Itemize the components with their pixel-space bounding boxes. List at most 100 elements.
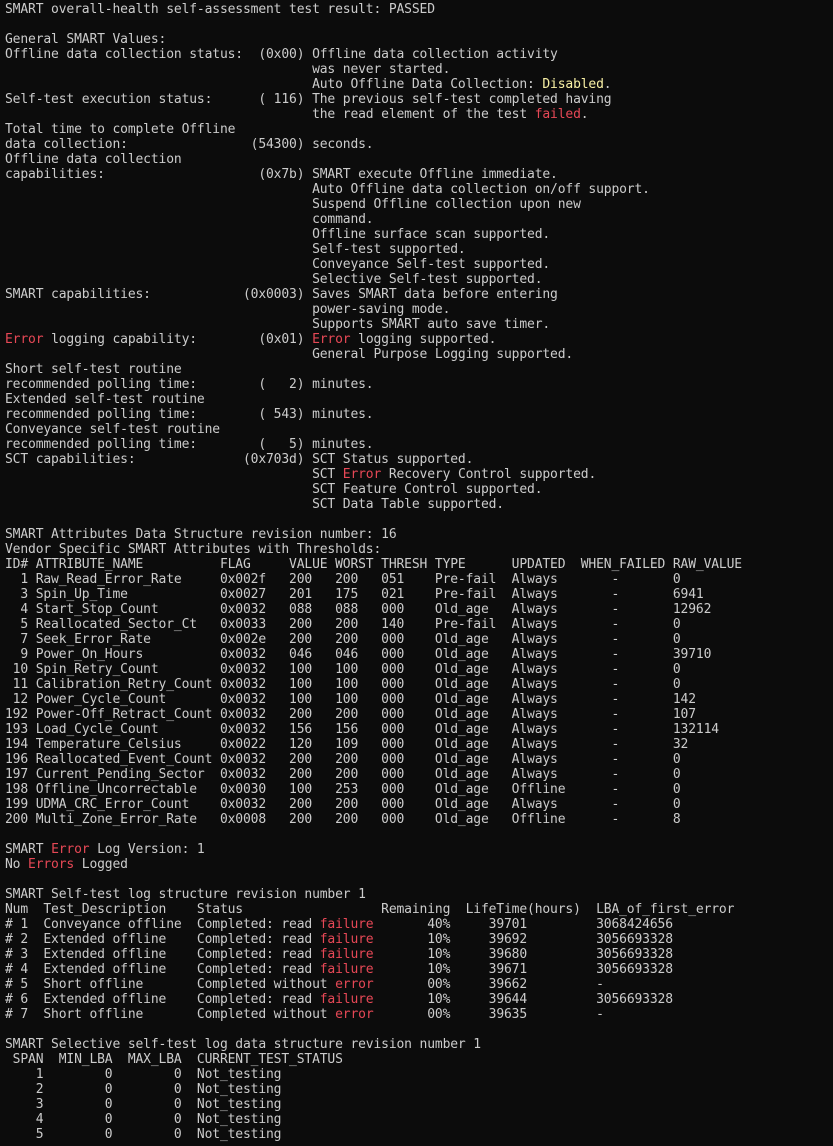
terminal-text: 9 Power_On_Hours 0x0032 046 046 000 Old_…	[5, 647, 712, 662]
terminal-text: SMART	[5, 842, 52, 857]
terminal-line: Selective Self-test supported.	[5, 272, 742, 287]
terminal-text: SCT capabilities: (0x703d) SCT Status su…	[5, 452, 474, 467]
terminal-line: SMART Attributes Data Structure revision…	[5, 527, 742, 542]
highlighted-red-text: Error	[342, 467, 382, 482]
highlighted-red-text: failed	[534, 107, 581, 122]
terminal-text: 200 Multi_Zone_Error_Rate 0x0008 200 200…	[5, 812, 681, 827]
terminal-line: SCT Error Recovery Control supported.	[5, 467, 742, 482]
highlighted-red-text: failure	[319, 962, 374, 977]
terminal-text: .	[580, 107, 589, 122]
highlighted-red-text: Error	[51, 842, 90, 857]
terminal-line: Extended self-test routine	[5, 392, 742, 407]
terminal-text: 00% 39635 -	[373, 1007, 604, 1022]
terminal-text: Offline data collection	[5, 152, 182, 167]
terminal-text: SMART Attributes Data Structure revision…	[5, 527, 397, 542]
terminal-text: 198 Offline_Uncorrectable 0x0030 100 253…	[5, 782, 681, 797]
terminal-text: 196 Reallocated_Event_Count 0x0032 200 2…	[5, 752, 681, 767]
terminal-line: Vendor Specific SMART Attributes with Th…	[5, 542, 742, 557]
terminal-line: Offline data collection status: (0x00) O…	[5, 47, 742, 62]
terminal-output[interactable]: SMART overall-health self-assessment tes…	[5, 2, 742, 1142]
terminal-text: Vendor Specific SMART Attributes with Th…	[5, 542, 382, 557]
terminal-text: Supports SMART auto save timer.	[5, 317, 551, 332]
terminal-text: 10% 39692 3056693328	[373, 932, 673, 947]
terminal-line: was never started.	[5, 62, 742, 77]
terminal-text: recommended polling time: ( 2) minutes.	[5, 377, 374, 392]
terminal-text: # 1 Conveyance offline Completed: read	[5, 917, 320, 932]
terminal-text: 1 Raw_Read_Error_Rate 0x002f 200 200 051…	[5, 572, 681, 587]
highlighted-red-text: Error	[5, 332, 44, 347]
terminal-text: SPAN MIN_LBA MAX_LBA CURRENT_TEST_STATUS	[5, 1052, 343, 1067]
terminal-text: Num Test_Description Status Remaining Li…	[5, 902, 735, 917]
highlighted-red-text: failure	[319, 932, 374, 947]
terminal-text: 199 UDMA_CRC_Error_Count 0x0032 200 200 …	[5, 797, 681, 812]
terminal-text: Self-test execution status: ( 116) The p…	[5, 92, 612, 107]
terminal-text: logging capability: (0x01)	[43, 332, 313, 347]
terminal-line: 3 0 0 Not_testing	[5, 1097, 742, 1112]
terminal-line: Supports SMART auto save timer.	[5, 317, 742, 332]
terminal-text: Auto Offline Data Collection:	[5, 77, 543, 92]
terminal-line: 2 0 0 Not_testing	[5, 1082, 742, 1097]
terminal-text: 10 Spin_Retry_Count 0x0032 100 100 000 O…	[5, 662, 681, 677]
terminal-text: Total time to complete Offline	[5, 122, 236, 137]
terminal-line: 11 Calibration_Retry_Count 0x0032 100 10…	[5, 677, 742, 692]
terminal-line: # 3 Extended offline Completed: read fai…	[5, 947, 742, 962]
terminal-line: Self-test execution status: ( 116) The p…	[5, 92, 742, 107]
terminal-line: No Errors Logged	[5, 857, 742, 872]
terminal-text: 5 0 0 Not_testing	[5, 1127, 282, 1142]
terminal-line: Conveyance Self-test supported.	[5, 257, 742, 272]
terminal-text: .	[603, 77, 612, 92]
terminal-text: SMART capabilities: (0x0003) Saves SMART…	[5, 287, 558, 302]
terminal-text: 7 Seek_Error_Rate 0x002e 200 200 000 Old…	[5, 632, 681, 647]
terminal-line: 197 Current_Pending_Sector 0x0032 200 20…	[5, 767, 742, 782]
terminal-line: recommended polling time: ( 543) minutes…	[5, 407, 742, 422]
terminal-line: Error logging capability: (0x01) Error l…	[5, 332, 742, 347]
terminal-line: 198 Offline_Uncorrectable 0x0030 100 253…	[5, 782, 742, 797]
terminal-line: 9 Power_On_Hours 0x0032 046 046 000 Old_…	[5, 647, 742, 662]
terminal-line: 4 Start_Stop_Count 0x0032 088 088 000 Ol…	[5, 602, 742, 617]
terminal-line: SMART overall-health self-assessment tes…	[5, 2, 742, 17]
terminal-line: Num Test_Description Status Remaining Li…	[5, 902, 742, 917]
terminal-text: ID# ATTRIBUTE_NAME FLAG VALUE WORST THRE…	[5, 557, 742, 572]
terminal-text: 00% 39662 -	[373, 977, 604, 992]
highlighted-red-text: error	[335, 977, 374, 992]
terminal-text: No	[5, 857, 29, 872]
terminal-line: SMART capabilities: (0x0003) Saves SMART…	[5, 287, 742, 302]
terminal-line: # 6 Extended offline Completed: read fai…	[5, 992, 742, 1007]
terminal-text: Self-test supported.	[5, 242, 466, 257]
terminal-text: Recovery Control supported.	[381, 467, 597, 482]
terminal-text: Conveyance Self-test supported.	[5, 257, 551, 272]
terminal-line: General Purpose Logging supported.	[5, 347, 742, 362]
terminal-line: Auto Offline data collection on/off supp…	[5, 182, 742, 197]
terminal-line: SMART Selective self-test log data struc…	[5, 1037, 742, 1052]
terminal-text: recommended polling time: ( 5) minutes.	[5, 437, 374, 452]
terminal-text: logging supported.	[350, 332, 497, 347]
terminal-line: recommended polling time: ( 5) minutes.	[5, 437, 742, 452]
terminal-line: 5 Reallocated_Sector_Ct 0x0033 200 200 1…	[5, 617, 742, 632]
terminal-line: 12 Power_Cycle_Count 0x0032 100 100 000 …	[5, 692, 742, 707]
terminal-text: data collection: (54300) seconds.	[5, 137, 374, 152]
terminal-line: power-saving mode.	[5, 302, 742, 317]
terminal-text: recommended polling time: ( 543) minutes…	[5, 407, 374, 422]
terminal-line: SMART Self-test log structure revision n…	[5, 887, 742, 902]
terminal-text: 10% 39680 3056693328	[373, 947, 673, 962]
terminal-text: 40% 39701 3068424656	[373, 917, 673, 932]
terminal-line: SMART Error Log Version: 1	[5, 842, 742, 857]
terminal-text: 3 Spin_Up_Time 0x0027 201 175 021 Pre-fa…	[5, 587, 704, 602]
highlighted-red-text: failure	[319, 917, 374, 932]
terminal-line: capabilities: (0x7b) SMART execute Offli…	[5, 167, 742, 182]
terminal-text: SCT Feature Control supported.	[5, 482, 543, 497]
terminal-text: command.	[5, 212, 374, 227]
terminal-text: # 5 Short offline Completed without	[5, 977, 336, 992]
terminal-text: Auto Offline data collection on/off supp…	[5, 182, 650, 197]
terminal-line: 7 Seek_Error_Rate 0x002e 200 200 000 Old…	[5, 632, 742, 647]
terminal-line: # 1 Conveyance offline Completed: read f…	[5, 917, 742, 932]
terminal-line: Auto Offline Data Collection: Disabled.	[5, 77, 742, 92]
terminal-text: Short self-test routine	[5, 362, 182, 377]
terminal-text: # 2 Extended offline Completed: read	[5, 932, 320, 947]
highlighted-red-text: Error	[312, 332, 351, 347]
